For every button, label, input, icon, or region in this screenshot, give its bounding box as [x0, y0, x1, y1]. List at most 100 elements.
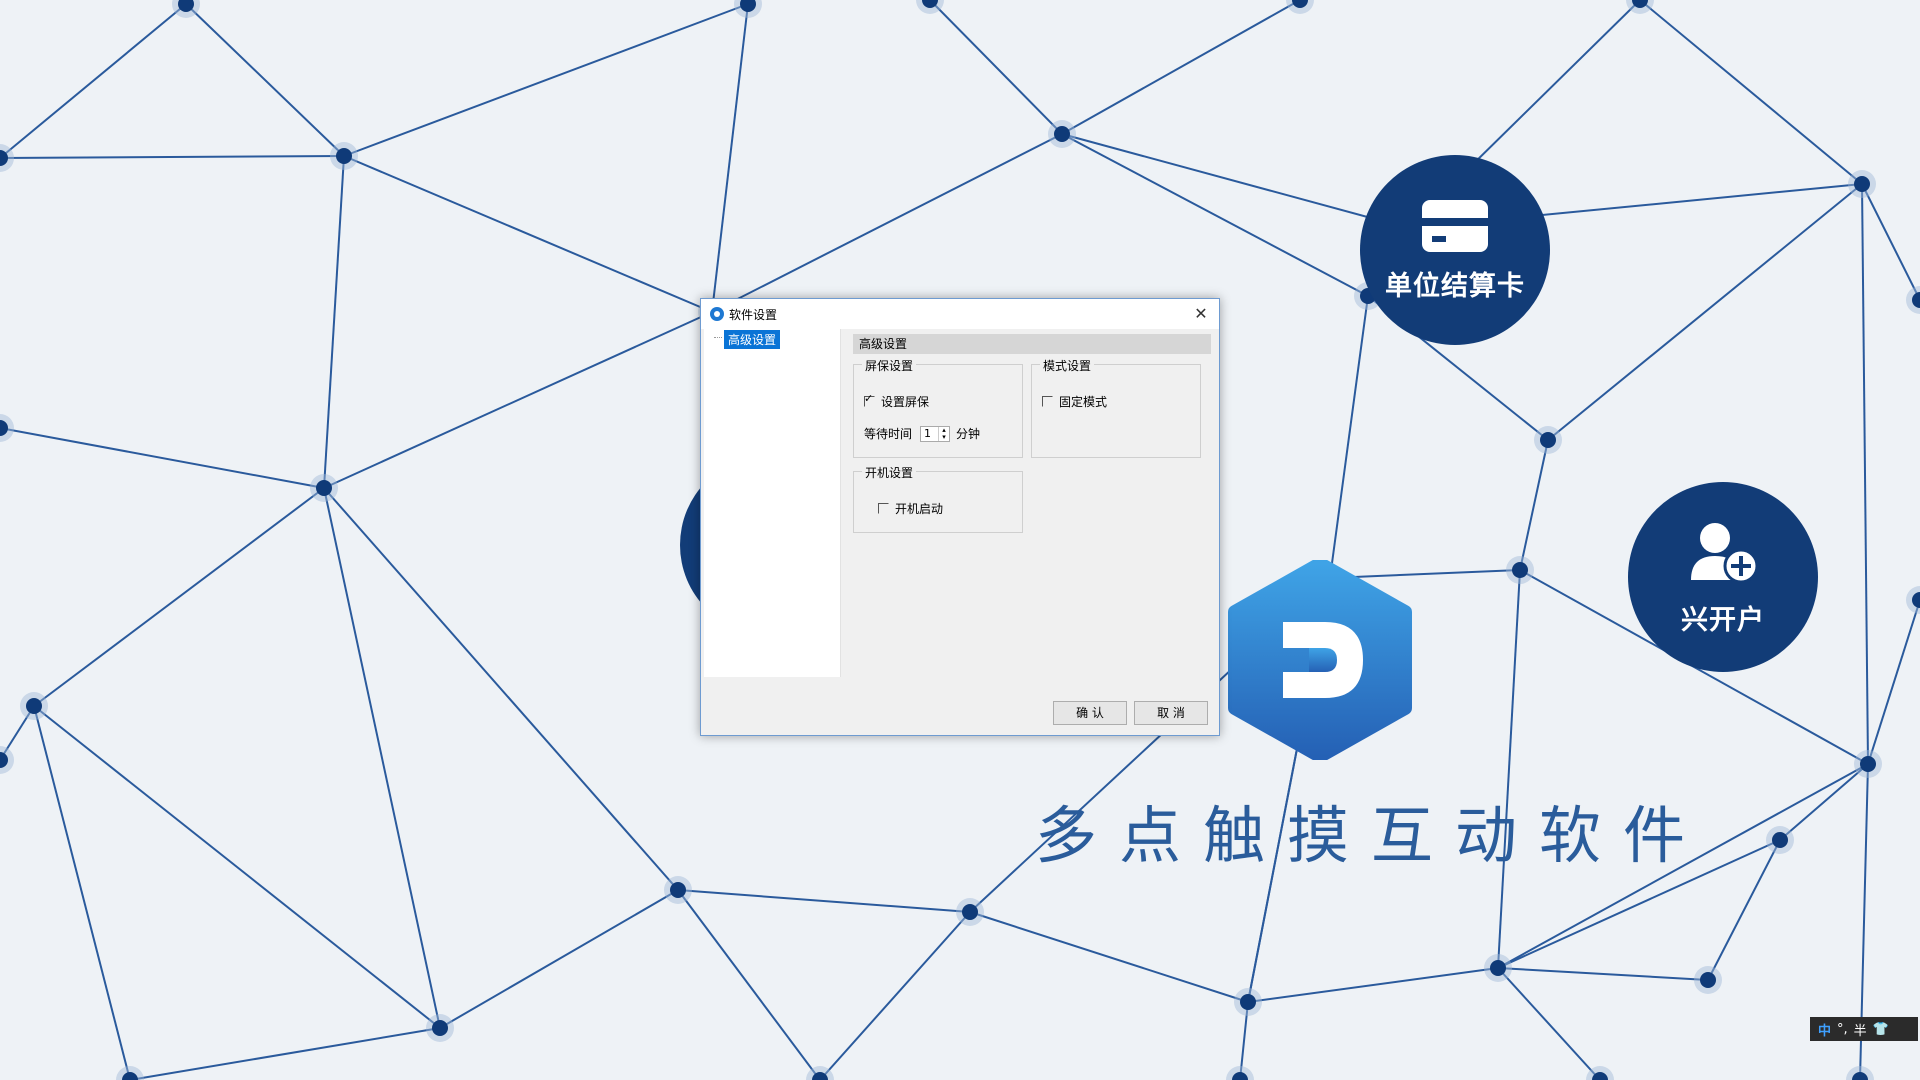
network-edge — [1061, 0, 1301, 135]
wait-time-row: 等待时间 1 ▴ ▾ 分钟 — [864, 425, 980, 442]
wait-time-label: 等待时间 — [864, 427, 913, 441]
network-node — [336, 148, 352, 164]
feature-card-button[interactable]: 单位结算卡 — [1360, 155, 1550, 345]
network-node — [432, 1020, 448, 1036]
network-edge — [129, 1027, 441, 1080]
screensaver-enable-label: 设置屏保 — [881, 395, 930, 409]
dialog-titlebar[interactable]: 软件设置 ✕ — [701, 299, 1219, 329]
section-header: 高级设置 — [853, 334, 1211, 354]
group-title-mode: 模式设置 — [1040, 357, 1095, 374]
ime-width-label[interactable]: 半 — [1854, 1020, 1867, 1039]
ok-button[interactable]: 确 认 — [1053, 701, 1127, 725]
network-edge — [0, 155, 345, 159]
network-edge — [33, 705, 131, 1080]
network-edge — [343, 3, 749, 157]
network-node — [962, 904, 978, 920]
ime-punct-label[interactable]: °, — [1837, 1022, 1848, 1037]
network-edge — [439, 889, 679, 1029]
network-edge — [1861, 183, 1920, 301]
dialog-title: 软件设置 — [729, 308, 778, 322]
network-edge — [33, 487, 325, 707]
network-edge — [0, 427, 325, 489]
autostart-checkbox[interactable]: 开机启动 — [878, 500, 943, 517]
network-edge — [33, 705, 441, 1029]
network-node — [26, 698, 42, 714]
checkbox-box[interactable]: ✓ — [864, 392, 875, 407]
app-logo-icon — [1228, 560, 1412, 760]
fixed-mode-checkbox[interactable]: 固定模式 — [1042, 393, 1107, 410]
network-node — [316, 480, 332, 496]
spinner-icon[interactable]: ▴ ▾ — [938, 426, 949, 441]
network-node — [1490, 960, 1506, 976]
network-node — [1860, 756, 1876, 772]
wait-time-value: 1 — [924, 426, 932, 440]
network-edge — [1247, 967, 1499, 1003]
network-edge — [819, 911, 971, 1080]
network-edge — [323, 487, 441, 1029]
network-edge — [323, 311, 713, 489]
network-edge — [0, 3, 187, 159]
check-mark-icon: ✓ — [864, 392, 874, 405]
network-edge — [1497, 967, 1601, 1080]
network-edge — [1707, 839, 1781, 981]
network-edge — [1497, 967, 1709, 981]
network-edge — [1861, 183, 1869, 765]
network-node — [1240, 994, 1256, 1010]
network-edge — [1519, 439, 1549, 571]
network-node — [1700, 972, 1716, 988]
group-title-startup: 开机设置 — [862, 464, 917, 481]
feature-account-label: 兴开户 — [1681, 604, 1765, 636]
add-user-icon — [1691, 522, 1759, 583]
feature-account-button[interactable]: 兴开户 — [1628, 482, 1818, 672]
settings-dialog: 软件设置 ✕ 高级设置 高级设置 屏保设置 ✓ 设置屏保 等待时间 1 ▴ ▾ 分… — [700, 298, 1220, 736]
group-mode: 模式设置 固定模式 — [1031, 357, 1201, 458]
network-edge — [185, 3, 345, 157]
wait-time-unit: 分钟 — [956, 427, 981, 441]
network-node — [1512, 562, 1528, 578]
network-node — [1054, 126, 1070, 142]
checkbox-box[interactable] — [878, 503, 889, 514]
network-edge — [323, 487, 679, 891]
network-edge — [1061, 133, 1369, 297]
network-edge — [1329, 295, 1369, 579]
app-title: 多点触摸互动软件 — [1035, 799, 1708, 872]
fixed-mode-label: 固定模式 — [1059, 395, 1108, 409]
autostart-label: 开机启动 — [895, 502, 944, 516]
network-edge — [677, 889, 821, 1080]
feature-card-label: 单位结算卡 — [1385, 270, 1525, 302]
cancel-button[interactable]: 取 消 — [1134, 701, 1208, 725]
screensaver-enable-checkbox[interactable]: ✓ 设置屏保 — [864, 392, 930, 410]
group-title-screensaver: 屏保设置 — [862, 357, 917, 374]
group-startup: 开机设置 开机启动 — [853, 464, 1023, 533]
card-icon — [1422, 199, 1488, 252]
network-edge — [969, 911, 1249, 1003]
network-edge — [711, 133, 1063, 313]
tree-item-advanced[interactable]: 高级设置 — [724, 330, 781, 349]
network-edge — [1867, 599, 1920, 765]
app-icon — [710, 307, 724, 321]
network-edge — [929, 0, 1063, 135]
network-edge — [677, 889, 971, 913]
network-node — [1854, 176, 1870, 192]
network-edge — [1061, 133, 1409, 229]
desktop: 单位结算卡 兴开户 多点触摸互动软件 软件设置 ✕ 高级设置 高级设置 屏保设置… — [0, 0, 1920, 1080]
network-edge — [1779, 763, 1869, 841]
ime-indicator[interactable]: 中 °, 半 👕 — [1810, 1017, 1918, 1041]
shirt-icon[interactable]: 👕 — [1873, 1022, 1889, 1037]
close-icon[interactable]: ✕ — [1183, 299, 1219, 329]
group-screensaver: 屏保设置 ✓ 设置屏保 等待时间 1 ▴ ▾ 分钟 — [853, 357, 1023, 458]
network-edge — [343, 155, 713, 313]
network-node — [1540, 432, 1556, 448]
network-node — [1772, 832, 1788, 848]
network-node — [670, 882, 686, 898]
wait-time-input[interactable]: 1 ▴ ▾ — [920, 425, 951, 442]
network-edge — [323, 155, 345, 489]
network-edge — [1497, 569, 1521, 969]
network-edge — [1639, 0, 1863, 185]
network-edge — [711, 3, 749, 313]
network-edge — [1547, 183, 1863, 441]
ime-mode-label[interactable]: 中 — [1818, 1020, 1831, 1039]
tree-connector — [714, 337, 722, 339]
checkbox-box[interactable] — [1042, 396, 1053, 407]
settings-tree: 高级设置 — [704, 329, 841, 677]
